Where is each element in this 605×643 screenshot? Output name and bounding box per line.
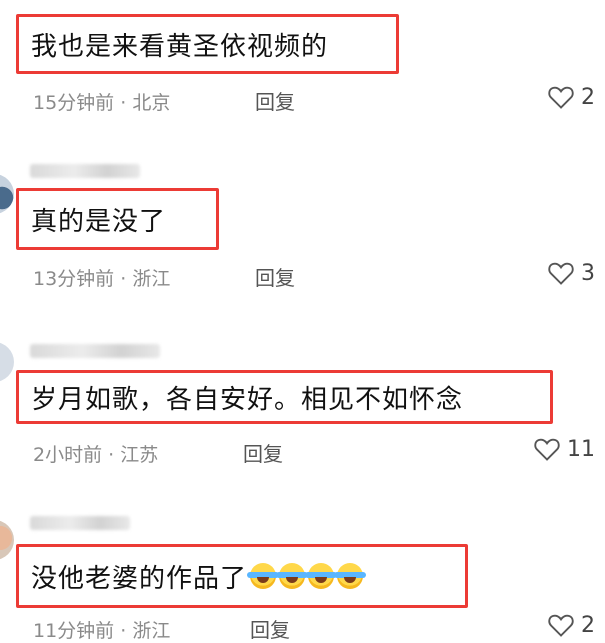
comment-text: 真的是没了 <box>31 206 167 237</box>
comment-meta: 11分钟前 · 浙江 <box>33 620 171 642</box>
reply-button[interactable]: 回复 <box>243 438 283 467</box>
comment-location: 浙江 <box>132 620 171 642</box>
heart-outline-icon <box>534 438 560 461</box>
username-blurred[interactable] <box>30 344 160 358</box>
comment-text: 没他老婆的作品了 <box>31 563 248 594</box>
reply-button[interactable]: 回复 <box>255 86 295 115</box>
comment-location: 北京 <box>132 92 171 114</box>
comment-text: 岁月如歌，各自安好。相见不如怀念 <box>31 384 464 415</box>
like-button[interactable]: 11 <box>533 436 595 462</box>
like-count: 2 <box>581 84 595 110</box>
comment-text-box[interactable]: 没他老婆的作品了 <box>16 544 468 608</box>
comment-text-box[interactable]: 真的是没了 <box>16 188 219 250</box>
like-count: 11 <box>567 436 595 462</box>
like-count: 3 <box>581 260 595 286</box>
like-button[interactable]: 3 <box>547 260 595 286</box>
comment-meta: 13分钟前 · 浙江 <box>33 268 171 290</box>
comment-text: 我也是来看黄圣依视频的 <box>31 31 329 62</box>
username-blurred[interactable] <box>30 164 140 178</box>
comment-time: 13分钟前 <box>33 268 115 290</box>
comment-time: 15分钟前 <box>33 92 115 114</box>
like-button[interactable]: 2 <box>547 612 595 638</box>
like-button[interactable]: 2 <box>547 84 595 110</box>
comment-meta: 2小时前 · 江苏 <box>33 444 159 466</box>
comment-location: 江苏 <box>120 444 159 466</box>
comment-text-box[interactable]: 岁月如歌，各自安好。相见不如怀念 <box>16 370 553 424</box>
comment-text-box[interactable]: 我也是来看黄圣依视频的 <box>16 14 399 74</box>
avatar[interactable] <box>0 520 14 560</box>
reply-button[interactable]: 回复 <box>255 262 295 291</box>
reply-button[interactable]: 回复 <box>250 614 290 643</box>
heart-outline-icon <box>548 86 574 109</box>
heart-outline-icon <box>548 262 574 285</box>
like-count: 2 <box>581 612 595 638</box>
avatar[interactable] <box>0 342 14 382</box>
comment-time: 2小时前 <box>33 444 103 466</box>
laughing-tears-emoji <box>276 563 309 589</box>
comment-time: 11分钟前 <box>33 620 115 642</box>
laughing-tears-emoji <box>305 563 338 589</box>
username-blurred[interactable] <box>30 516 130 530</box>
laughing-tears-emoji <box>334 563 367 589</box>
laughing-tears-emoji <box>247 563 280 589</box>
avatar[interactable] <box>0 174 14 214</box>
heart-outline-icon <box>548 614 574 637</box>
comment-location: 浙江 <box>132 268 171 290</box>
comment-meta: 15分钟前 · 北京 <box>33 92 171 114</box>
